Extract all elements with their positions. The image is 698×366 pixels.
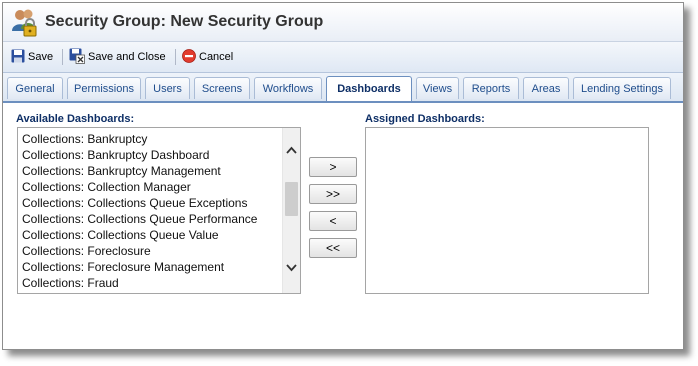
cancel-icon xyxy=(182,48,199,66)
tab-dashboards[interactable]: Dashboards xyxy=(326,76,412,101)
window-title: Security Group: New Security Group xyxy=(45,13,324,30)
available-list-scrollbar[interactable] xyxy=(282,128,300,293)
list-item[interactable]: Collections: Bankruptcy Dashboard xyxy=(18,147,300,163)
list-item[interactable]: Collections: Foreclosure xyxy=(18,243,300,259)
list-item[interactable]: Collections: Foreclosure Management xyxy=(18,259,300,275)
list-item[interactable]: Collections: Collection Manager xyxy=(18,179,300,195)
tab-strip: General Permissions Users Screens Workfl… xyxy=(3,73,683,103)
tab-general[interactable]: General xyxy=(7,77,63,99)
list-item[interactable]: Collections: Bankruptcy Management xyxy=(18,163,300,179)
security-group-lock-icon xyxy=(9,7,39,37)
add-selected-button[interactable]: > xyxy=(309,157,357,177)
tab-permissions[interactable]: Permissions xyxy=(67,77,141,99)
available-dashboards-label: Available Dashboards: xyxy=(16,113,135,125)
remove-all-button[interactable]: << xyxy=(309,238,357,258)
save-label: Save xyxy=(28,51,54,63)
save-button[interactable]: Save xyxy=(11,48,53,66)
list-item[interactable]: Collections: Collections Queue Value xyxy=(18,227,300,243)
scroll-thumb[interactable] xyxy=(285,182,298,216)
tab-views[interactable]: Views xyxy=(416,77,459,99)
assigned-dashboards-label: Assigned Dashboards: xyxy=(365,113,485,125)
assigned-dashboards-list[interactable] xyxy=(365,127,649,294)
chevron-up-icon xyxy=(286,141,297,159)
list-item[interactable]: Collections: Collections Queue Exception… xyxy=(18,195,300,211)
tab-workflows[interactable]: Workflows xyxy=(254,77,322,99)
chevron-down-icon xyxy=(286,259,297,277)
save-close-icon xyxy=(69,48,88,67)
toolbar-separator xyxy=(62,49,63,65)
available-dashboards-list[interactable]: Collections: Bankruptcy Collections: Ban… xyxy=(17,127,301,294)
scroll-down-button[interactable] xyxy=(283,260,300,276)
tab-areas[interactable]: Areas xyxy=(523,77,569,99)
cancel-label: Cancel xyxy=(199,51,234,63)
remove-selected-button[interactable]: < xyxy=(309,211,357,231)
add-all-button[interactable]: >> xyxy=(309,184,357,204)
title-bar: Security Group: New Security Group xyxy=(3,3,683,42)
save-and-close-button[interactable]: Save and Close xyxy=(69,48,166,66)
tab-users[interactable]: Users xyxy=(145,77,190,99)
toolbar: Save Save and Close Cancel xyxy=(3,42,683,73)
toolbar-separator xyxy=(175,49,176,65)
tab-reports[interactable]: Reports xyxy=(463,77,519,99)
tab-lending-settings[interactable]: Lending Settings xyxy=(573,77,671,99)
security-group-window: Security Group: New Security Group Save … xyxy=(2,2,684,350)
save-and-close-label: Save and Close xyxy=(88,51,166,63)
cancel-button[interactable]: Cancel xyxy=(182,48,233,66)
floppy-disk-icon xyxy=(11,49,28,66)
scroll-up-button[interactable] xyxy=(283,142,300,158)
list-item[interactable]: Collections: Fraud xyxy=(18,275,300,291)
list-item[interactable]: Collections: Collections Queue Performan… xyxy=(18,211,300,227)
list-item[interactable]: Collections: Bankruptcy xyxy=(18,131,300,147)
tab-screens[interactable]: Screens xyxy=(194,77,250,99)
